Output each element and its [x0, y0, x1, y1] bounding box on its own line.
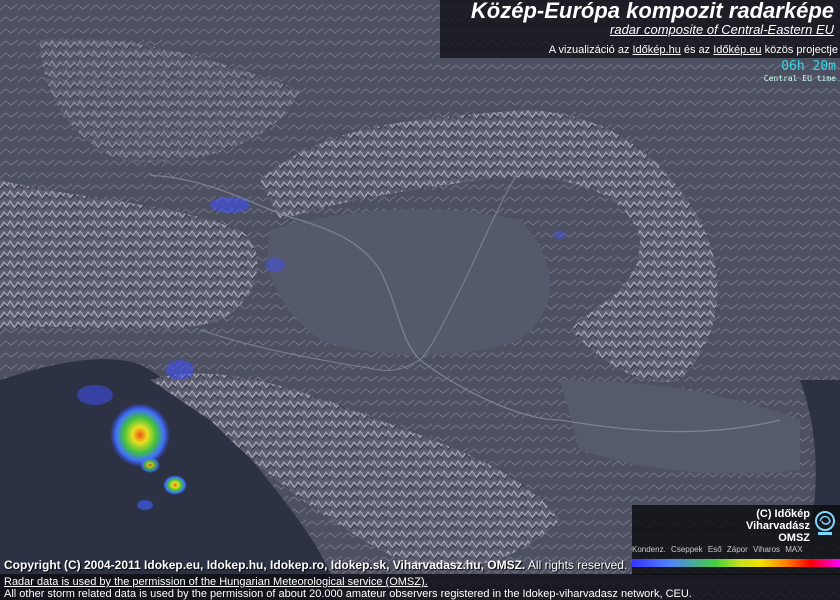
time-readout: 06h 20m — [781, 59, 836, 74]
copyright-bold: Copyright (C) 2004-2011 Idokep.eu, Idoke… — [4, 558, 526, 572]
legend-label: Eső — [707, 545, 722, 554]
omsz-logo-icon — [815, 511, 835, 535]
page-title: Közép-Európa kompozit radarképe — [470, 0, 834, 23]
copyright-rest: All rights reserved. — [525, 558, 628, 572]
legend-label: Kondenz. — [632, 545, 666, 554]
legend-label: Zápor — [726, 545, 748, 554]
attribution-mid: és az — [680, 44, 714, 56]
radar-permission-text: Radar data is used by the permission of … — [4, 576, 428, 588]
attribution-suffix: közös projectje — [761, 44, 838, 56]
idokep-hu-link[interactable]: Időkép.hu — [633, 44, 681, 56]
title-panel: Közép-Európa kompozit radarképe radar co… — [440, 0, 840, 58]
observer-permission-text: All other storm related data is used by … — [4, 588, 692, 600]
legend-labels: Kondenz. Cseppek Eső Zápor Viharos MAX — [632, 545, 840, 554]
attribution: A vizualizáció az Időkép.hu és az Időkép… — [549, 44, 838, 56]
brand-line-2: Viharvadász — [745, 520, 810, 532]
legend-label: MAX — [785, 545, 803, 554]
copyright-line: Copyright (C) 2004-2011 Idokep.eu, Idoke… — [0, 558, 840, 574]
legend-label: Viharos — [753, 545, 781, 554]
page-subtitle: radar composite of Central-Eastern EU — [610, 22, 834, 37]
legend-label: Cseppek — [671, 545, 703, 554]
brand-line-1: (C) Időkép — [756, 508, 810, 520]
legend-brand: (C) Időkép Viharvadász OMSZ — [746, 508, 810, 544]
time-zone-label: Central EU time — [763, 74, 836, 83]
idokep-eu-link[interactable]: Időkép.eu — [713, 44, 761, 56]
brand-line-3: OMSZ — [778, 532, 810, 544]
attribution-prefix: A vizualizáció az — [548, 44, 633, 56]
